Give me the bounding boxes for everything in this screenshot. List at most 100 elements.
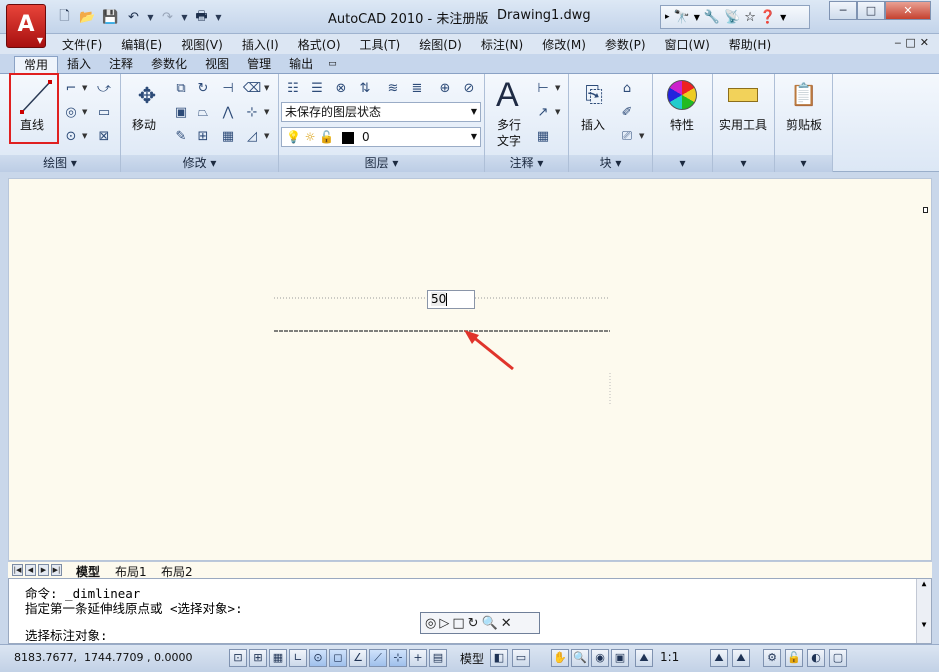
redo-dropdown[interactable]: ▼ <box>180 7 189 28</box>
tab-view[interactable]: 视图 <box>196 56 238 74</box>
wrench-icon[interactable]: 🔧 <box>704 10 720 25</box>
multiline-text-label-2[interactable]: 文字 <box>497 132 521 149</box>
move-label[interactable]: 移动 <box>132 116 156 133</box>
rectangle-icon[interactable]: ▭ <box>94 102 114 122</box>
block-panel-title[interactable]: 块 ▾ <box>569 155 652 172</box>
layout-switch-button[interactable]: ▭ <box>512 649 530 667</box>
menu-tools[interactable]: 工具(T) <box>360 36 401 53</box>
tab-output[interactable]: 输出 <box>280 56 322 74</box>
multiline-text-label[interactable]: 多行 <box>497 116 521 133</box>
menu-dimension[interactable]: 标注(N) <box>481 36 523 53</box>
open-icon[interactable]: 📂 <box>77 7 98 28</box>
polar-button[interactable]: ⊙ <box>309 649 327 667</box>
square-icon[interactable]: □ <box>452 616 464 631</box>
offset-icon[interactable]: ⊹ <box>242 102 262 122</box>
qat-customize-dropdown[interactable]: ▼ <box>214 7 223 28</box>
menu-modify[interactable]: 修改(M) <box>542 36 586 53</box>
clean-screen-icon[interactable]: ▢ <box>829 649 847 667</box>
rotate-icon[interactable]: ↻ <box>193 78 213 98</box>
ducs-button[interactable]: ⟋ <box>369 649 387 667</box>
layer-properties-icon[interactable]: ☷ <box>283 78 303 98</box>
menu-window[interactable]: 窗口(W) <box>665 36 710 53</box>
insert-label[interactable]: 插入 <box>581 116 605 133</box>
coordinate-readout[interactable]: 8183.7677, 1744.7709 , 0.0000 <box>14 651 192 664</box>
polyline-dropdown[interactable]: ▼ <box>82 78 89 98</box>
layer-states-icon[interactable]: ☰ <box>307 78 327 98</box>
fillet-dropdown[interactable]: ▼ <box>264 126 271 146</box>
orbit-icon[interactable]: ◎ <box>425 616 436 631</box>
polyline-icon[interactable]: ⌐ <box>61 78 81 98</box>
layer-walk-icon[interactable]: ⊕ <box>435 78 455 98</box>
menu-help[interactable]: 帮助(H) <box>729 36 771 53</box>
move-path-icon[interactable]: ⤻ <box>94 78 114 98</box>
annotation-panel-title[interactable]: 注释 ▾ <box>485 155 568 172</box>
current-layer-select[interactable]: 💡 ☼ 🔓 0 ▼ <box>281 127 481 147</box>
help-icon[interactable]: ❓ <box>760 10 776 25</box>
padlock-icon[interactable]: 🔓 <box>319 130 334 144</box>
plot-icon[interactable]: 🖶 <box>191 7 212 28</box>
layer-match-icon[interactable]: ⇅ <box>355 78 375 98</box>
move-icon[interactable]: ✥ <box>133 82 161 110</box>
multiline-text-icon[interactable]: A <box>496 76 519 115</box>
paper-space-button[interactable]: ◧ <box>490 649 508 667</box>
new-icon[interactable]: 🗋 <box>54 7 75 28</box>
linear-dimension-icon[interactable]: ⊢ <box>533 78 553 98</box>
prev-layout-button[interactable]: ◀ <box>25 564 36 576</box>
drawing-canvas[interactable]: 50 <box>8 178 932 561</box>
layer-freeze-icon[interactable]: ≋ <box>383 78 403 98</box>
grid-button[interactable]: ▦ <box>269 649 287 667</box>
tab-insert[interactable]: 插入 <box>58 56 100 74</box>
menu-insert[interactable]: 插入(I) <box>242 36 279 53</box>
layer-lock-icon[interactable]: ≣ <box>407 78 427 98</box>
chevron-down-icon[interactable]: ▼ <box>694 13 700 22</box>
ellipse-dropdown[interactable]: ▼ <box>82 126 89 146</box>
array-icon[interactable]: ⏢ <box>193 102 213 122</box>
star-icon[interactable]: ☆ <box>744 10 756 25</box>
refresh-icon[interactable]: ↻ <box>468 616 479 631</box>
clipboard-label[interactable]: 剪贴板 <box>786 116 822 133</box>
menu-view[interactable]: 视图(V) <box>181 36 223 53</box>
lineweight-button[interactable]: + <box>409 649 427 667</box>
layers-panel-title[interactable]: 图层 ▾ <box>279 155 484 172</box>
layer-isolate-icon[interactable]: ⊗ <box>331 78 351 98</box>
dyn-button[interactable]: ⊹ <box>389 649 407 667</box>
auto-scale-icon[interactable]: ⛰ <box>732 649 750 667</box>
sun-icon[interactable]: ☼ <box>305 130 316 144</box>
lock-icon[interactable]: 🔓 <box>785 649 803 667</box>
erase-dropdown[interactable]: ▼ <box>264 78 271 98</box>
tab-annotate[interactable]: 注释 <box>100 56 142 74</box>
isolate-objects-icon[interactable]: ◐ <box>807 649 825 667</box>
explode-icon[interactable]: ▦ <box>218 126 238 146</box>
lightbulb-icon[interactable]: 💡 <box>286 130 301 144</box>
menu-file[interactable]: 文件(F) <box>62 36 102 53</box>
modify-panel-title[interactable]: 修改 ▾ <box>121 155 278 172</box>
edit-block-icon[interactable]: ✐ <box>617 102 637 122</box>
chevron-down-icon[interactable]: ▼ <box>780 13 786 22</box>
scroll-down-icon[interactable]: ▼ <box>917 620 931 629</box>
scale-icon[interactable]: ✎ <box>171 126 191 146</box>
erase-icon[interactable]: ⌫ <box>242 78 262 98</box>
minimize-button[interactable]: ─ <box>829 1 857 20</box>
osnap-button[interactable]: ◻ <box>329 649 347 667</box>
redo-icon[interactable]: ↷ <box>157 7 178 28</box>
application-menu-button[interactable]: A ▼ <box>6 4 46 48</box>
close-icon[interactable]: ✕ <box>501 616 512 631</box>
workspace-gear-icon[interactable]: ⚙ <box>763 649 781 667</box>
circle-dropdown[interactable]: ▼ <box>82 102 89 122</box>
next-layout-button[interactable]: ▶ <box>38 564 49 576</box>
command-scrollbar[interactable]: ▲ ▼ <box>916 579 931 643</box>
hatch-icon[interactable]: ⊠ <box>94 126 114 146</box>
annotation-scale-icon[interactable]: ⛰ <box>635 649 653 667</box>
command-line[interactable]: 命令: _dimlinear 指定第一条延伸线原点或 <选择对象>: 选择标注对… <box>8 578 932 644</box>
tab-parametric[interactable]: 参数化 <box>142 56 196 74</box>
undo-icon[interactable]: ↶ <box>123 7 144 28</box>
snap-button[interactable]: ⊞ <box>249 649 267 667</box>
undo-dropdown[interactable]: ▼ <box>146 7 155 28</box>
layer-merge-icon[interactable]: ⊘ <box>459 78 479 98</box>
play-icon[interactable]: ▷ <box>439 616 449 631</box>
maximize-button[interactable]: □ <box>857 1 885 20</box>
tab-home[interactable]: 常用 <box>14 56 59 74</box>
first-layout-button[interactable]: |◀ <box>12 564 23 576</box>
showmotion-icon[interactable]: ▣ <box>611 649 629 667</box>
create-block-icon[interactable]: ⌂ <box>617 78 637 98</box>
